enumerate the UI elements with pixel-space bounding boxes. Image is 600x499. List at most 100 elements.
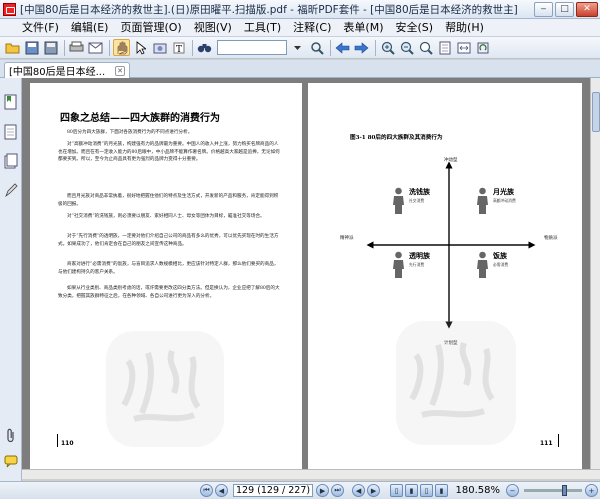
toolbar-separator [64,39,65,56]
zoom-level[interactable]: 180.58% [456,485,501,496]
quadrant-subtitle: 先行消费 [409,262,425,267]
tab-document[interactable]: [中国80后是日本经... ✕ [4,62,130,78]
person-silhouette-icon [477,187,488,214]
fit-width-icon[interactable] [455,39,472,56]
search-input[interactable] [217,40,287,55]
toolbar-separator [330,39,331,56]
body-paragraph: 而且月光族对商品非常执着，很好地把握住他们的特点及生活方式，开发新的产品和服务，… [58,194,279,207]
axis-label-top: 冲动型 [444,158,458,163]
layers-panel-icon[interactable] [4,153,18,169]
rotate-icon[interactable] [474,39,491,56]
next-page-icon[interactable]: ▶ [316,484,330,497]
menu-view[interactable]: 视图(V) [188,20,238,36]
zoom-in-icon[interactable] [379,39,396,56]
find-binoculars-icon[interactable] [196,39,213,56]
first-page-icon[interactable]: ⏮ [200,484,213,497]
person-silhouette-icon [393,187,404,214]
quadrant-name: 透明族 [409,252,430,260]
zoom-in-button[interactable]: + [585,484,598,497]
menu-page-manage[interactable]: 页面管理(O) [114,20,187,36]
page-number-rule [57,434,58,447]
left-page: 四象之总结——四大族群的消费行为 80后分为四大族群，下面对各族消费行为的不同点… [30,83,302,469]
quadrant-subtitle: 高额冲动消费 [493,198,516,203]
toolbar-separator [375,39,376,56]
quadrant-subtitle: 社交消费 [409,198,425,203]
zoom-tool-icon[interactable] [417,39,434,56]
zoom-out-button[interactable]: − [506,484,519,497]
go-forward-icon[interactable]: ▶ [367,484,381,497]
previous-page-icon[interactable]: ◀ [215,484,228,497]
horizontal-scrollbar[interactable] [22,469,600,479]
close-button[interactable]: ✕ [576,1,598,17]
single-page-view-icon[interactable]: ▯ [390,484,404,497]
zoom-slider[interactable] [524,485,582,496]
forward-arrow-icon[interactable] [353,39,370,56]
text-select-icon[interactable]: T [170,39,187,56]
save-icon[interactable] [23,39,40,56]
facing-view-icon[interactable]: ▯ [420,484,434,497]
quadrant-diagram [366,161,536,329]
menu-comment[interactable]: 注释(C) [287,20,337,36]
minimize-button[interactable]: ‒ [534,1,553,17]
page-number-field[interactable]: 129 (129 / 227) [233,484,314,497]
go-back-icon[interactable]: ◀ [352,484,366,497]
menu-help[interactable]: 帮助(H) [439,20,490,36]
search-next-icon[interactable] [308,39,325,56]
body-paragraph: 80后分为四大族群，下面对各族消费行为的不同点进行分析。 [67,130,193,135]
body-paragraph: 对“社交消费”的洗钱族，则必须要以朋友、家好相同人士、母女等团体为目标，瞄准社交… [67,214,265,219]
open-folder-icon[interactable] [4,39,21,56]
status-bar: ⏮ ◀ 129 (129 / 227) ▶ ⏭ ◀ ▶ ▯ ▮ ▯ ▮ 180.… [0,481,600,499]
body-paragraph: 商家对进行“必需消费”的饭族，与盲目追求人数规模相比，更应该针对特定人群，那么他… [58,262,279,275]
email-icon[interactable] [87,39,104,56]
menu-file[interactable]: 文件(F) [16,20,65,36]
body-paragraph: 对“高额冲动消费”的月光族，构建强有力的品牌最为重要。中国人的收入并上涨，努力购… [58,142,280,163]
menu-edit[interactable]: 编辑(E) [65,20,115,36]
page-number: 111 [540,440,553,447]
body-paragraph: 对于“先行消费”的透明族，一定要对他们介绍自己公司的商品有多么的优秀，可以优先买… [58,234,279,247]
document-tab-bar: [中国80后是日本经... ✕ [0,60,600,78]
print-icon[interactable] [68,39,85,56]
back-arrow-icon[interactable] [334,39,351,56]
comments-panel-icon[interactable] [4,453,18,469]
watermark-seal [106,331,224,447]
continuous-facing-view-icon[interactable]: ▮ [435,484,449,497]
section-heading: 四象之总结——四大族群的消费行为 [60,113,220,124]
signature-pen-icon[interactable] [4,182,18,198]
navigation-sidebar [0,78,22,481]
menu-form[interactable]: 表单(M) [337,20,389,36]
figure-title: 图3-1 80后的四大族群及其消费行为 [350,135,443,141]
person-silhouette-icon [477,251,488,278]
document-viewer[interactable]: 四象之总结——四大族群的消费行为 80后分为四大族群，下面对各族消费行为的不同点… [22,78,590,469]
person-silhouette-icon [393,251,404,278]
tab-label: [中国80后是日本经... [9,67,106,78]
search-dropdown-icon[interactable] [289,39,306,56]
bookmarks-panel-icon[interactable] [4,94,18,110]
menu-bar: 文件(F) 编辑(E) 页面管理(O) 视图(V) 工具(T) 注释(C) 表单… [0,19,600,37]
zoom-slider-thumb[interactable] [562,485,567,496]
toolbar: T [0,37,600,59]
snapshot-icon[interactable] [151,39,168,56]
axis-label-left: 精神派 [340,236,354,241]
attachment-paperclip-icon[interactable] [4,428,18,444]
toolbar-separator [192,39,193,56]
last-page-icon[interactable]: ⏭ [331,484,345,497]
pages-panel-icon[interactable] [4,124,18,140]
tab-close-icon[interactable]: ✕ [115,65,125,76]
menu-tools[interactable]: 工具(T) [238,20,287,36]
menu-security[interactable]: 安全(S) [389,20,439,36]
vertical-scrollbar[interactable] [590,78,600,469]
watermark-seal [396,321,516,445]
maximize-button[interactable]: □ [555,1,574,17]
vertical-scroll-thumb[interactable] [592,92,600,132]
app-icon [3,2,16,16]
fit-page-icon[interactable] [436,39,453,56]
select-arrow-icon[interactable] [132,39,149,56]
save-as-icon[interactable] [42,39,59,56]
right-page: 图3-1 80后的四大族群及其消费行为 冲动型 计划型 精神派 物质派 洗钱族 … [308,83,582,469]
page-number: 110 [61,440,74,447]
window-title: [中国80后是日本经济的救世主].(日)原田曜平.扫描版.pdf - 福昕PDF… [20,3,518,16]
quadrant-subtitle: 必需消费 [493,262,509,267]
continuous-view-icon[interactable]: ▮ [405,484,419,497]
hand-tool-icon[interactable] [113,39,130,56]
zoom-out-icon[interactable] [398,39,415,56]
